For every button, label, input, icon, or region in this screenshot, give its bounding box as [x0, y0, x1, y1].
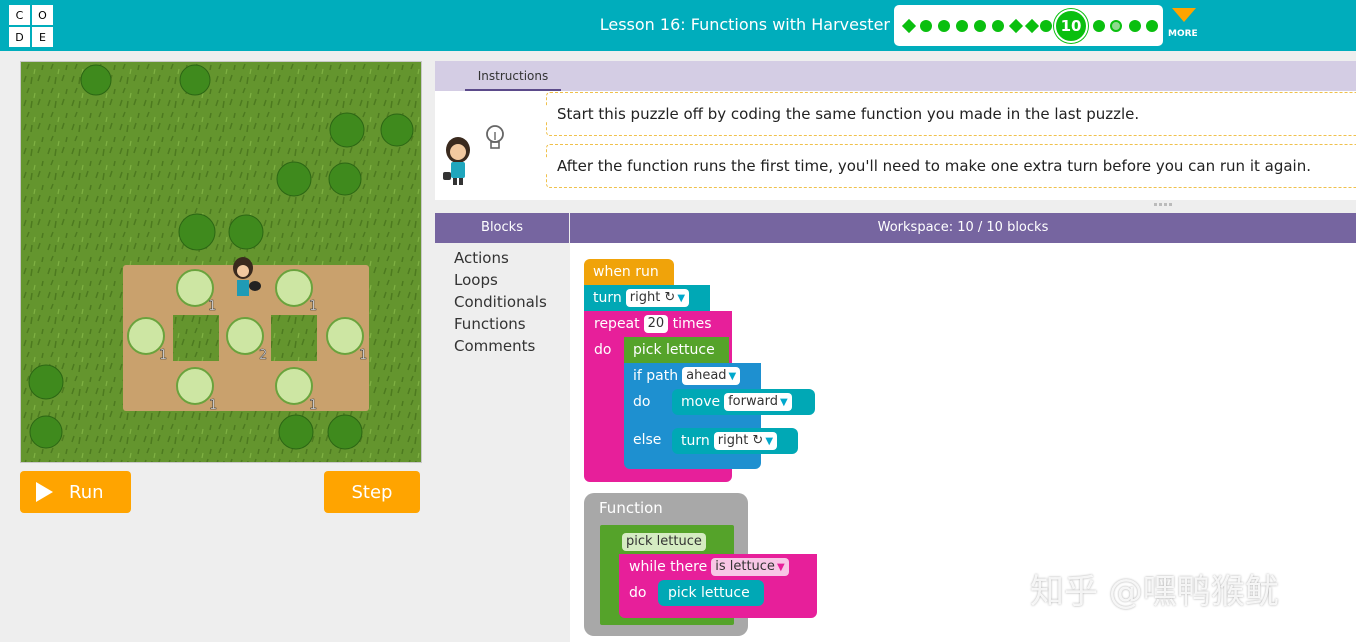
turn2-direction-value: right ↻ [717, 433, 764, 448]
turn-direction-value: right ↻ [629, 290, 676, 305]
level-9-dot[interactable] [1040, 20, 1052, 32]
pick-lettuce-action-block[interactable]: pick lettuce [658, 580, 764, 606]
level-5-dot[interactable] [974, 20, 986, 32]
run-label: Run [69, 481, 104, 503]
else-label: else [633, 432, 662, 448]
current-level-badge[interactable]: 10 [1054, 9, 1088, 43]
lettuce-count: 1 [359, 348, 367, 363]
path-direction-value: ahead [686, 368, 727, 383]
logo-letter-c: C [9, 5, 30, 25]
step-button[interactable]: Step [324, 471, 420, 513]
level-13-dot[interactable] [1129, 20, 1141, 32]
move-direction-value: forward [728, 394, 778, 409]
dropdown-arrow-icon: ▼ [776, 562, 785, 573]
toolbox-category-comments[interactable]: Comments [454, 337, 535, 355]
resize-grip-icon[interactable] [1154, 202, 1172, 208]
lettuce-count: 1 [159, 348, 167, 363]
blocks-header: Blocks [435, 213, 569, 243]
lettuce-count: 1 [208, 299, 216, 314]
more-button[interactable]: MORE [1168, 8, 1202, 44]
workspace-header: Workspace: 10 / 10 blocks [570, 213, 1356, 243]
when-run-label: when run [593, 264, 659, 280]
while-label: while [629, 559, 666, 575]
lettuce-count: 1 [309, 299, 317, 314]
code-logo[interactable]: C O D E [9, 5, 53, 47]
repeat-label: repeat [594, 316, 640, 332]
path-direction-dropdown[interactable]: ahead ▼ [682, 367, 741, 385]
level-7-diamond[interactable] [1008, 18, 1024, 34]
there-value: is lettuce [715, 559, 775, 574]
instruction-line-1: Start this puzzle off by coding the same… [535, 92, 1356, 136]
function-name-field[interactable]: pick lettuce [600, 529, 734, 555]
turn2-direction-dropdown[interactable]: right ↻ ▼ [713, 432, 778, 450]
there-dropdown[interactable]: is lettuce ▼ [711, 558, 789, 576]
lettuce-count: 2 [259, 348, 267, 363]
play-icon [36, 482, 53, 502]
while-do-label: do [629, 585, 647, 601]
level-6-dot[interactable] [992, 20, 1004, 32]
when-run-block[interactable]: when run [584, 259, 674, 285]
there-label: there [670, 559, 708, 575]
if-do-label: do [633, 394, 651, 410]
more-arrow-icon [1172, 8, 1196, 22]
game-visualization: 1 1 1 2 1 1 1 [20, 61, 422, 463]
turn-direction-dropdown[interactable]: right ↻ ▼ [625, 289, 690, 307]
level-progress-bar: 10 [894, 5, 1163, 46]
lettuce-count: 1 [209, 398, 217, 413]
pick-lettuce-label: pick lettuce [633, 342, 715, 358]
toolbox-category-functions[interactable]: Functions [454, 315, 526, 333]
watermark-text: 知乎 @嘿鸭猴鱿 [1030, 572, 1279, 612]
pick-lettuce-call-block[interactable]: pick lettuce [624, 337, 729, 365]
level-3-dot[interactable] [938, 20, 950, 32]
toolbox: Actions Loops Conditionals Functions Com… [435, 243, 569, 642]
logo-letter-o: O [32, 5, 53, 25]
instructions-header [435, 61, 1356, 91]
more-label: MORE [1168, 29, 1198, 39]
if-path-label: if path [633, 368, 679, 384]
logo-letter-e: E [32, 27, 53, 47]
turn2-label: turn [681, 433, 710, 449]
logo-letter-d: D [9, 27, 30, 47]
dropdown-arrow-icon: ▼ [779, 397, 788, 408]
lettuce-count: 1 [309, 398, 317, 413]
top-header: C O D E Lesson 16: Functions with Harves… [0, 0, 1356, 51]
toolbox-category-actions[interactable]: Actions [454, 249, 509, 267]
instructions-tab[interactable]: Instructions [465, 67, 561, 91]
level-12-dot[interactable] [1110, 20, 1122, 32]
move-direction-dropdown[interactable]: forward ▼ [724, 393, 792, 411]
inner-pick-label: pick lettuce [668, 585, 750, 601]
level-2-dot[interactable] [920, 20, 932, 32]
turn-block[interactable]: turn right ↻ ▼ [584, 285, 710, 311]
dropdown-arrow-icon: ▼ [677, 293, 686, 304]
turn-right-block[interactable]: turn right ↻ ▼ [672, 428, 798, 454]
move-block[interactable]: move forward ▼ [672, 389, 815, 415]
dropdown-arrow-icon: ▼ [728, 371, 737, 382]
lesson-title: Lesson 16: Functions with Harvester [599, 15, 890, 34]
harvester-map: 1 1 1 2 1 1 1 [21, 62, 421, 462]
level-11-dot[interactable] [1093, 20, 1105, 32]
dropdown-arrow-icon: ▼ [765, 436, 774, 447]
level-14-dot[interactable] [1146, 20, 1158, 32]
level-1-diamond[interactable] [901, 18, 917, 34]
function-header-label: Function [599, 499, 663, 517]
turn-label: turn [593, 290, 622, 306]
avatar [443, 137, 470, 185]
run-button[interactable]: Run [20, 471, 131, 513]
level-4-dot[interactable] [956, 20, 968, 32]
repeat-count-field[interactable]: 20 [643, 315, 669, 333]
move-label: move [681, 394, 721, 410]
instruction-line-2: After the function runs the first time, … [535, 144, 1356, 188]
function-name-value: pick lettuce [622, 533, 706, 551]
level-8-diamond[interactable] [1024, 18, 1040, 34]
toolbox-category-conditionals[interactable]: Conditionals [454, 293, 547, 311]
toolbox-category-loops[interactable]: Loops [454, 271, 498, 289]
repeat-do-label: do [594, 342, 612, 358]
lightbulb-hint-icon[interactable] [485, 124, 505, 152]
times-label: times [672, 316, 712, 332]
